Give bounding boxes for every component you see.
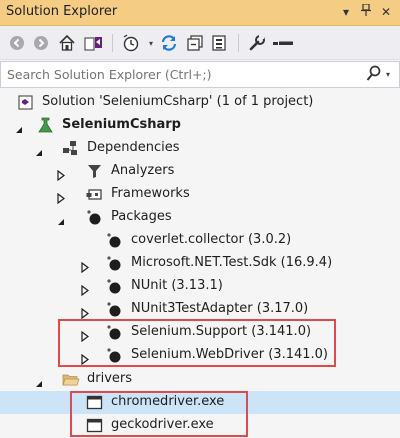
nuget-package-icon [106, 232, 123, 249]
toolbar: ▾ [0, 26, 400, 60]
tree-item-label: Frameworks [111, 186, 190, 201]
tree-item-label: chromedriver.exe [111, 394, 225, 409]
tree-item-chromedriver[interactable]: chromedriver.exe [0, 391, 400, 414]
tree-item-package[interactable]: Selenium.Support (3.141.0) [0, 321, 400, 344]
tree-item-label: Microsoft.NET.Test.Sdk (16.9.4) [131, 255, 333, 270]
tree-item-drivers-folder[interactable]: drivers [0, 368, 400, 391]
nuget-package-icon [106, 324, 123, 341]
tree-item-package[interactable]: NUnit (3.13.1) [0, 275, 400, 298]
search-input[interactable] [7, 65, 359, 84]
window-title: Solution Explorer [6, 4, 118, 19]
properties-wrench-icon[interactable] [248, 32, 266, 54]
executable-file-icon [86, 417, 103, 434]
tree-item-label: Selenium.WebDriver (3.141.0) [131, 347, 328, 362]
packages-icon [86, 209, 103, 226]
csharp-test-project-icon [37, 117, 54, 134]
collapsed-arrow-icon[interactable] [56, 189, 66, 205]
dropdown-arrow-icon[interactable]: ▾ [338, 3, 354, 21]
tree-item-label: coverlet.collector (3.0.2) [131, 232, 292, 247]
executable-file-icon [86, 394, 103, 411]
nuget-package-icon [106, 255, 123, 272]
nuget-package-icon [106, 347, 123, 364]
sync-icon[interactable] [160, 32, 178, 54]
tree-item-package[interactable]: coverlet.collector (3.0.2) [0, 229, 400, 252]
tree-item-label: NUnit (3.13.1) [131, 278, 223, 293]
tree-item-geckodriver[interactable]: geckodriver.exe [0, 414, 400, 437]
preview-selected-icon[interactable] [272, 32, 294, 54]
tree-item-label: Dependencies [87, 140, 180, 155]
collapsed-arrow-icon[interactable] [80, 281, 90, 297]
tree-item-analyzers[interactable]: Analyzers [0, 160, 400, 183]
dependencies-icon [62, 140, 79, 157]
title-bar: Solution Explorer ▾ ✕ [0, 0, 400, 26]
search-icon[interactable] [366, 65, 382, 87]
tree-item-dependencies[interactable]: Dependencies [0, 137, 400, 160]
tree-item-label: Packages [111, 209, 172, 224]
collapse-all-icon[interactable] [186, 32, 204, 54]
collapsed-arrow-icon[interactable] [80, 258, 90, 274]
tree-item-label: Solution 'SeleniumCsharp' (1 of 1 projec… [42, 94, 314, 109]
tree-item-label: SeleniumCsharp [62, 117, 181, 132]
tree-item-solution[interactable]: Solution 'SeleniumCsharp' (1 of 1 projec… [0, 91, 400, 114]
collapsed-arrow-icon[interactable] [80, 350, 90, 366]
tree-item-label: geckodriver.exe [111, 417, 214, 432]
frameworks-icon [86, 186, 103, 203]
solution-tree: Solution 'SeleniumCsharp' (1 of 1 projec… [0, 88, 400, 438]
nuget-package-icon [106, 278, 123, 295]
pin-icon[interactable] [358, 3, 374, 21]
collapsed-arrow-icon[interactable] [56, 166, 66, 182]
tree-item-frameworks[interactable]: Frameworks [0, 183, 400, 206]
expanded-arrow-icon[interactable] [34, 374, 44, 387]
tree-item-label: Selenium.Support (3.141.0) [131, 324, 312, 339]
tree-item-package[interactable]: Selenium.WebDriver (3.141.0) [0, 344, 400, 367]
close-icon[interactable]: ✕ [378, 3, 394, 21]
collapsed-arrow-icon[interactable] [80, 304, 90, 320]
search-options-dropdown-icon[interactable]: ▾ [386, 70, 390, 79]
analyzers-icon [86, 163, 103, 180]
home-icon[interactable] [58, 32, 76, 54]
tree-item-package[interactable]: Microsoft.NET.Test.Sdk (16.9.4) [0, 252, 400, 275]
tree-item-project[interactable]: SeleniumCsharp [0, 114, 400, 137]
pending-changes-filter-icon[interactable] [122, 32, 140, 54]
filter-dropdown-icon[interactable]: ▾ [142, 32, 160, 54]
nuget-package-icon [106, 301, 123, 318]
show-all-files-icon[interactable] [210, 32, 228, 54]
tree-item-label: Analyzers [111, 163, 175, 178]
tree-item-label: NUnit3TestAdapter (3.17.0) [131, 301, 309, 316]
solution-icon [17, 94, 34, 111]
expanded-arrow-icon[interactable] [14, 120, 24, 133]
switch-views-icon[interactable] [84, 32, 104, 54]
expanded-arrow-icon[interactable] [34, 143, 44, 156]
collapsed-arrow-icon[interactable] [80, 327, 90, 343]
tree-item-packages[interactable]: Packages [0, 206, 400, 229]
tree-item-package[interactable]: NUnit3TestAdapter (3.17.0) [0, 298, 400, 321]
forward-icon[interactable] [32, 32, 50, 54]
search-box: ▾ [0, 61, 400, 88]
folder-open-icon [62, 371, 80, 388]
expanded-arrow-icon[interactable] [56, 212, 66, 225]
tree-item-label: drivers [87, 371, 133, 386]
back-icon[interactable] [8, 32, 26, 54]
